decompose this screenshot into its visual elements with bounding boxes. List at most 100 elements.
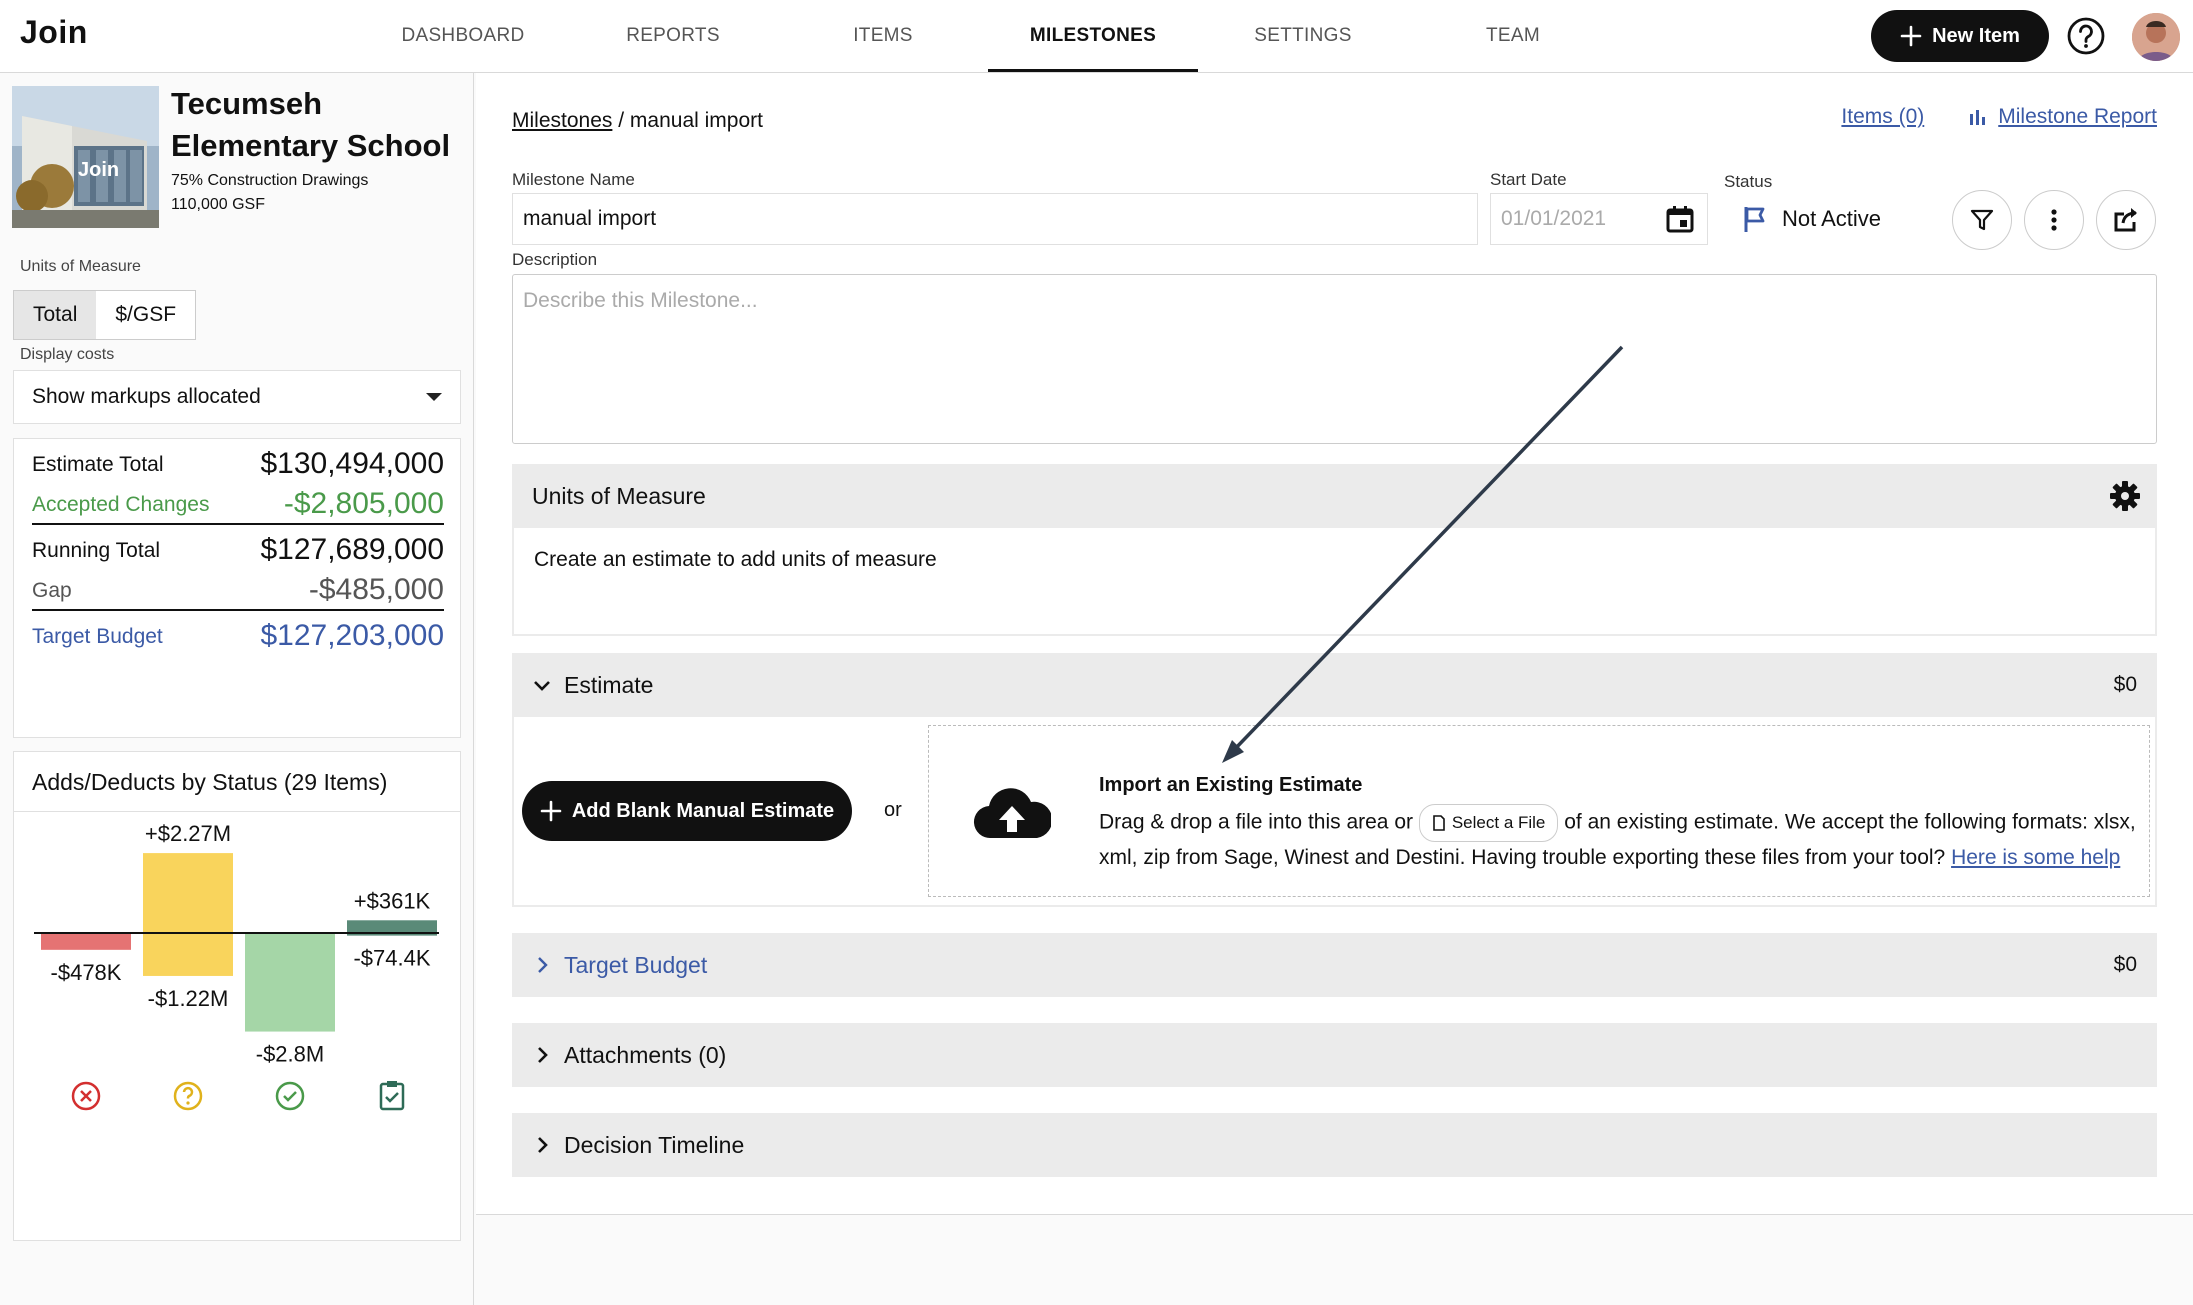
description-textarea[interactable]: Describe this Milestone... [512, 274, 2157, 444]
estimate-amount: $0 [2113, 673, 2137, 696]
bar-add-incorporated [347, 920, 437, 933]
project-title: Tecumseh Elementary School [171, 83, 471, 167]
share-icon [2114, 208, 2137, 232]
target-budget-header[interactable]: Target Budget $0 [512, 933, 2157, 997]
adds-deducts-chart: Adds/Deducts by Status (29 Items) -$478K… [13, 751, 461, 1241]
import-dropzone[interactable]: Import an Existing Estimate Drag & drop … [928, 725, 2150, 897]
display-costs-label: Display costs [20, 346, 115, 363]
project-gsf: 110,000 GSF [171, 196, 265, 213]
units-option-gsf[interactable]: $/GSF [96, 291, 195, 339]
total-row-running: Running Total $127,689,000 [32, 527, 444, 569]
help-link[interactable]: Here is some help [1951, 846, 2120, 869]
start-date-placeholder: 01/01/2021 [1501, 207, 1607, 230]
decision-timeline-title: Decision Timeline [532, 1113, 744, 1177]
total-row-estimate: Estimate Total $130,494,000 [32, 441, 444, 483]
select-file-button[interactable]: Select a File [1418, 804, 1559, 842]
plus-icon [540, 800, 562, 822]
milestone-name-input[interactable]: manual import [512, 193, 1478, 245]
clipboard-check-icon-clip [387, 1081, 397, 1087]
question-circle-icon-dot [186, 1101, 190, 1105]
display-costs-value: Show markups allocated [32, 385, 261, 408]
breadcrumb-milestones-link[interactable]: Milestones [512, 109, 612, 132]
start-date-label: Start Date [1490, 170, 1567, 189]
total-row-accepted: Accepted Changes -$2,805,000 [32, 483, 444, 525]
total-value: $127,689,000 [260, 533, 444, 566]
tab-team[interactable]: TEAM [1443, 0, 1583, 72]
bar-label-deduct: -$2.8M [256, 1042, 324, 1067]
file-icon [1433, 815, 1445, 831]
units-option-total[interactable]: Total [14, 291, 97, 339]
bar-label-deduct: -$478K [51, 960, 122, 985]
estimate-body: Add Blank Manual Estimate or Import an E… [512, 717, 2157, 907]
total-label: Target Budget [32, 625, 163, 648]
project-phase: 75% Construction Drawings [171, 172, 369, 189]
chevron-right-icon [538, 1137, 548, 1153]
project-title-line2: Elementary School [171, 128, 451, 163]
decision-timeline-header[interactable]: Decision Timeline [512, 1113, 2157, 1177]
estimate-section: Estimate $0 Add Blank Manual Estimate or… [512, 653, 2157, 907]
new-item-button[interactable]: New Item [1871, 10, 2049, 62]
breadcrumb-separator: / [618, 109, 625, 132]
tab-settings[interactable]: SETTINGS [1233, 0, 1373, 72]
totals-panel: Estimate Total $130,494,000 Accepted Cha… [13, 438, 461, 738]
milestone-report-link[interactable]: Milestone Report [1968, 105, 2157, 129]
join-logo[interactable]: Join [20, 14, 88, 51]
breadcrumb: Milestones / manual import [512, 109, 763, 133]
bar-chart-icon [1970, 110, 1986, 125]
decision-timeline-section: Decision Timeline [512, 1113, 2157, 1177]
bar-add-pending [143, 853, 233, 933]
total-value: $130,494,000 [260, 447, 444, 480]
total-row-target-budget[interactable]: Target Budget $127,203,000 [32, 613, 444, 655]
import-title: Import an Existing Estimate [1099, 774, 1363, 796]
filter-button[interactable] [1952, 190, 2012, 250]
share-button[interactable] [2096, 190, 2156, 250]
check-circle-icon-mark [283, 1091, 297, 1102]
milestone-name-label: Milestone Name [512, 170, 635, 189]
chevron-right-icon [538, 1047, 548, 1063]
items-link[interactable]: Items (0) [1841, 105, 1924, 129]
plus-icon [1900, 25, 1922, 47]
attachments-section: Attachments (0) [512, 1023, 2157, 1087]
estimate-title: Estimate [532, 653, 653, 717]
status-select[interactable]: Not Active [1742, 205, 1881, 233]
tab-reports[interactable]: REPORTS [603, 0, 743, 72]
units-toggle: Total $/GSF [13, 290, 197, 340]
calendar-icon[interactable] [1665, 204, 1695, 234]
total-value: -$2,805,000 [283, 487, 444, 520]
target-budget-amount: $0 [2113, 953, 2137, 976]
estimate-title-text: Estimate [564, 672, 654, 698]
total-label: Accepted Changes [32, 493, 210, 516]
project-subtitle: 75% Construction Drawings 110,000 GSF [171, 169, 368, 217]
more-options-button[interactable] [2024, 190, 2084, 250]
status-label: Status [1724, 172, 1773, 191]
project-title-line1: Tecumseh [171, 86, 323, 121]
gear-icon[interactable] [2109, 480, 2141, 512]
total-label: Estimate Total [32, 453, 164, 476]
add-blank-label: Add Blank Manual Estimate [571, 799, 835, 822]
attachments-title: Attachments (0) [532, 1023, 726, 1087]
target-budget-section: Target Budget $0 [512, 933, 2157, 997]
decision-timeline-title-text: Decision Timeline [564, 1132, 745, 1158]
units-of-measure-header: Units of Measure [512, 464, 2157, 528]
estimate-header[interactable]: Estimate $0 [512, 653, 2157, 717]
question-circle-icon[interactable] [2066, 16, 2106, 56]
units-of-measure-section: Units of Measure Create an estimate to a… [512, 464, 2157, 636]
attachments-header[interactable]: Attachments (0) [512, 1023, 2157, 1087]
avatar-image [2132, 13, 2180, 61]
milestone-links: Items (0) Milestone Report [1841, 105, 2157, 129]
units-of-measure-body: Create an estimate to add units of measu… [512, 528, 2157, 636]
tab-milestones[interactable]: MILESTONES [988, 0, 1198, 72]
bar-deduct-rejected [41, 933, 131, 950]
target-budget-title: Target Budget [532, 933, 707, 997]
user-avatar[interactable] [2132, 13, 2180, 61]
tab-dashboard[interactable]: DASHBOARD [393, 0, 533, 72]
display-costs-select[interactable]: Show markups allocated [13, 370, 461, 424]
start-date-input[interactable]: 01/01/2021 [1490, 193, 1708, 245]
project-image-logo-text: Join [78, 159, 119, 181]
cloud-upload-icon [974, 788, 1051, 839]
or-text: or [884, 799, 902, 821]
chart-title: Adds/Deducts by Status (29 Items) [14, 752, 460, 812]
tab-items[interactable]: ITEMS [813, 0, 953, 72]
add-blank-manual-estimate-button[interactable]: Add Blank Manual Estimate [522, 781, 852, 841]
import-text-part1: Drag & drop a file into this area or [1099, 810, 1413, 834]
